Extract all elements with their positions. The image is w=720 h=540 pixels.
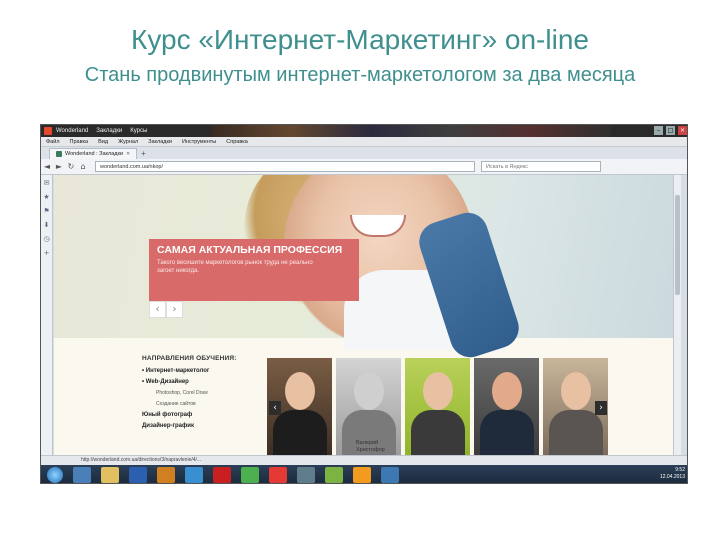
promo-text: Такого весишите маркетологов рынок труда… xyxy=(157,260,313,274)
slide-title: Курс «Интернет-Маркетинг» on-line xyxy=(131,24,589,55)
promo-box[interactable]: САМАЯ АКТУАЛЬНАЯ ПРОФЕССИЯ Такого весиши… xyxy=(149,239,359,301)
search-input[interactable]: Искать в Яндекс xyxy=(481,161,601,172)
page-scrollbar[interactable] xyxy=(673,175,681,465)
menu-bar: Файл Правка Вид Журнал Закладки Инструме… xyxy=(41,137,687,147)
clock-time: 9:52 xyxy=(675,467,685,473)
teacher-photo[interactable] xyxy=(405,358,470,458)
menu-history[interactable]: Журнал xyxy=(113,139,143,145)
web-page: САМАЯ АКТУАЛЬНАЯ ПРОФЕССИЯ Такого весиши… xyxy=(54,175,681,465)
directions-title: НАПРАВЛЕНИЯ ОБУЧЕНИЯ: xyxy=(142,355,237,362)
new-tab-button[interactable]: + xyxy=(141,149,146,159)
window-icon[interactable] xyxy=(381,467,399,483)
home-button[interactable]: ⌂ xyxy=(77,162,89,171)
history-icon[interactable]: ◷ xyxy=(43,235,49,243)
teacher-head xyxy=(354,372,384,410)
browser-screenshot: Wonderland Закладки Курсы – □ × Файл Пра… xyxy=(40,124,688,484)
address-bar[interactable]: wonderland.com.ua/nkop/ xyxy=(95,161,475,172)
folder-icon[interactable] xyxy=(101,467,119,483)
teacher-head xyxy=(423,372,453,410)
carousel-prev-button[interactable]: ‹ xyxy=(269,401,281,415)
network-icon[interactable] xyxy=(297,467,315,483)
promo-next-button[interactable]: › xyxy=(166,301,183,318)
teacher-carousel: Валерий Христофор ‹ › xyxy=(267,358,611,465)
maximize-button[interactable]: □ xyxy=(666,126,675,135)
close-button[interactable]: × xyxy=(678,126,687,135)
teacher-head xyxy=(561,372,591,410)
site-favicon-icon xyxy=(56,151,62,157)
direction-subitem[interactable]: Photoshop, Corel Draw xyxy=(156,390,262,396)
chat-icon[interactable] xyxy=(325,467,343,483)
browser-tab[interactable]: Wonderland : Закладки ✕ xyxy=(49,148,138,159)
status-bar: http://wonderland.com.ua/directions/3/na… xyxy=(41,455,687,465)
promo-heading: САМАЯ АКТУАЛЬНАЯ ПРОФЕССИЯ xyxy=(157,244,343,256)
explorer-icon[interactable] xyxy=(73,467,91,483)
promo-nav: ‹ › xyxy=(149,301,183,318)
scroll-thumb[interactable] xyxy=(675,195,680,295)
tab-label: Wonderland : Закладки xyxy=(65,151,123,157)
clock-date: 12.04.2013 xyxy=(659,474,685,480)
carousel-next-button[interactable]: › xyxy=(595,401,607,415)
teacher-head xyxy=(492,372,522,410)
menu-view[interactable]: Вид xyxy=(93,139,113,145)
back-button[interactable]: ◄ xyxy=(41,162,53,171)
menu-edit[interactable]: Правка xyxy=(65,139,94,145)
navigation-bar: ◄ ► ↻ ⌂ wonderland.com.ua/nkop/ Искать в… xyxy=(41,159,687,175)
direction-subitem[interactable]: Создание сайтов xyxy=(156,401,262,407)
window-tab-2[interactable]: Закладки xyxy=(92,128,126,134)
yandex-icon[interactable] xyxy=(269,467,287,483)
teacher-caption: Валерий Христофор xyxy=(356,440,385,453)
slide-subtitle: Стань продвинутым интернет-маркетологом … xyxy=(84,64,636,86)
teacher-body xyxy=(273,410,327,458)
promo-prev-button[interactable]: ‹ xyxy=(149,301,166,318)
tab-bar: Wonderland : Закладки ✕ + xyxy=(41,147,687,159)
desktop-strip xyxy=(211,125,611,137)
directions-list: НАПРАВЛЕНИЯ ОБУЧЕНИЯ: • Интернет-маркето… xyxy=(142,355,262,434)
media-player-icon[interactable] xyxy=(157,467,175,483)
teacher-body xyxy=(549,410,603,458)
mail-icon[interactable]: ✉ xyxy=(44,179,50,187)
teacher-photo[interactable]: Валерий Христофор xyxy=(336,358,401,458)
minimize-button[interactable]: – xyxy=(654,126,663,135)
window-controls: – □ × xyxy=(654,126,687,135)
opera-icon[interactable] xyxy=(213,467,231,483)
teacher-photo[interactable] xyxy=(474,358,539,458)
window-tab-3[interactable]: Курсы xyxy=(126,128,151,134)
direction-item[interactable]: Дизайнер-график xyxy=(142,423,262,429)
window-title-bar: Wonderland Закладки Курсы – □ × xyxy=(41,125,687,137)
slide: Курс «Интернет-Маркетинг» on-line Стань … xyxy=(0,0,720,540)
system-tray[interactable]: 9:52 12.04.2013 xyxy=(660,467,685,481)
menu-file[interactable]: Файл xyxy=(41,139,65,145)
direction-item[interactable]: • Web-Дизайнер xyxy=(142,379,262,385)
menu-bookmarks[interactable]: Закладки xyxy=(143,139,177,145)
hero-banner: САМАЯ АКТУАЛЬНАЯ ПРОФЕССИЯ Такого весиши… xyxy=(54,175,681,363)
menu-tools[interactable]: Инструменты xyxy=(177,139,221,145)
reload-button[interactable]: ↻ xyxy=(65,162,77,171)
word-icon[interactable] xyxy=(129,467,147,483)
browser-sidebar: ✉ ★ ⚑ ⬇ ◷ + xyxy=(41,175,53,465)
internet-explorer-icon[interactable] xyxy=(185,467,203,483)
teacher-body xyxy=(480,410,534,458)
odnoklassniki-icon[interactable] xyxy=(353,467,371,483)
direction-item[interactable]: • Интернет-маркетолог xyxy=(142,368,262,374)
add-icon[interactable]: + xyxy=(44,249,50,257)
teacher-head xyxy=(285,372,315,410)
taskbar: 9:52 12.04.2013 xyxy=(41,465,687,483)
tab-close-icon[interactable]: ✕ xyxy=(126,151,130,157)
start-button-icon[interactable] xyxy=(47,467,63,483)
bookmark-icon[interactable]: ⚑ xyxy=(43,207,49,215)
forward-button[interactable]: ► xyxy=(53,162,65,171)
menu-help[interactable]: Справка xyxy=(221,139,253,145)
teacher-body xyxy=(411,410,465,458)
star-icon[interactable]: ★ xyxy=(43,193,49,201)
direction-item[interactable]: Юный фотограф xyxy=(142,412,262,418)
download-icon[interactable]: ⬇ xyxy=(44,221,50,229)
chrome-icon[interactable] xyxy=(241,467,259,483)
browser-logo-icon xyxy=(44,127,52,135)
window-tab-1[interactable]: Wonderland xyxy=(52,128,92,134)
